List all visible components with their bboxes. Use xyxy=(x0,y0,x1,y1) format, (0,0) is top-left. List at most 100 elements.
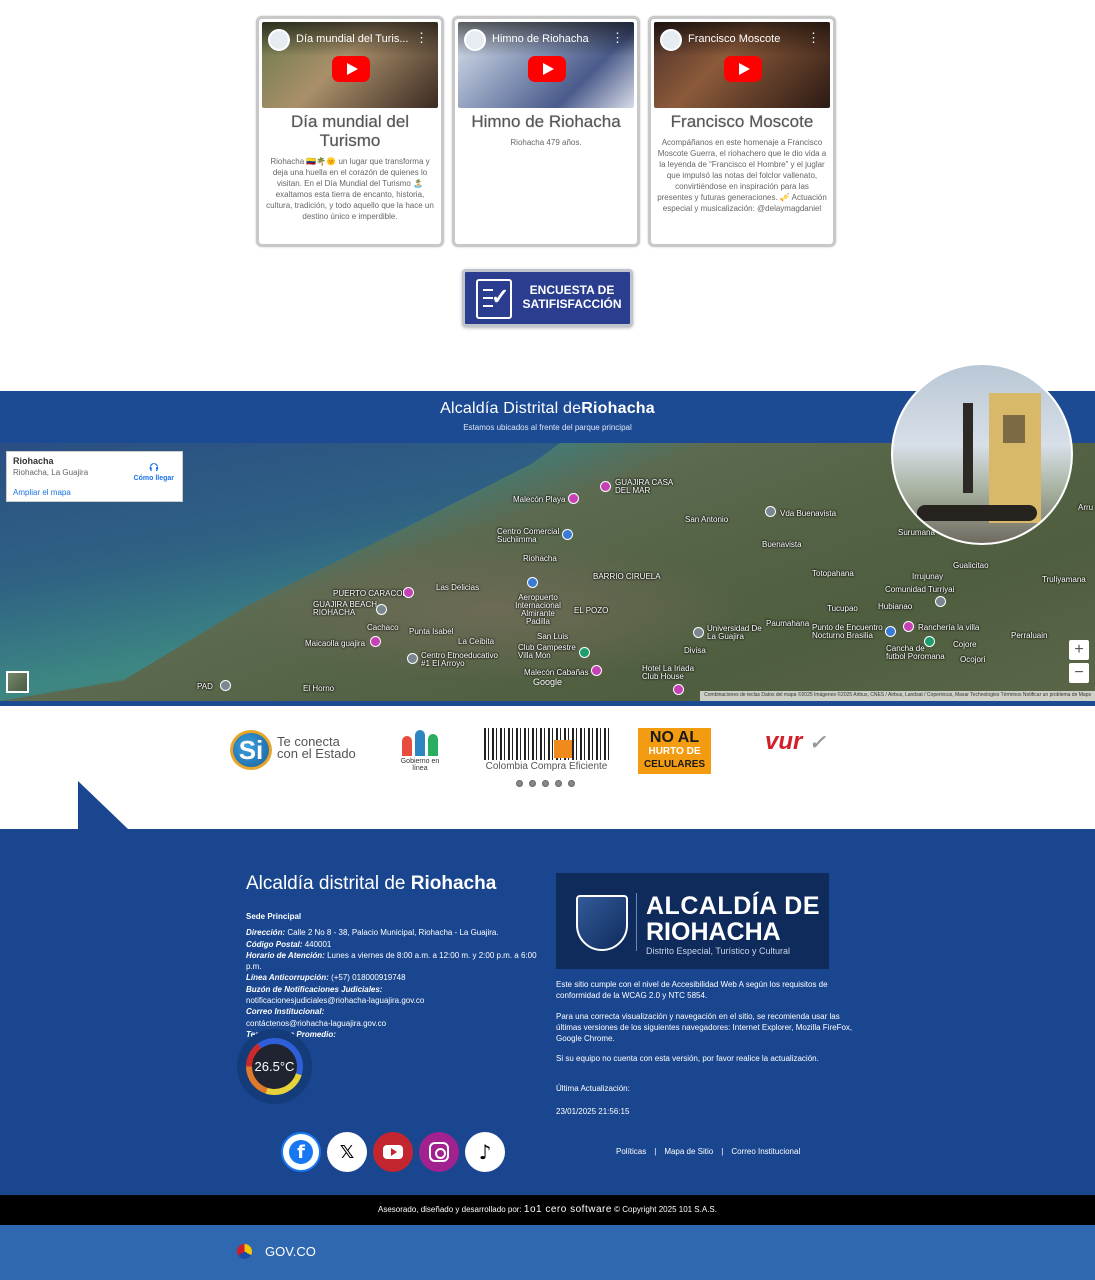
video-card[interactable]: Himno de Riohacha ⋮ Himno de Riohacha Ri… xyxy=(452,16,640,247)
zoom-out-button[interactable]: − xyxy=(1069,663,1089,683)
survey-button[interactable]: ✓ ENCUESTA DE SATIFISFACCIÓN xyxy=(462,269,633,327)
instagram-icon[interactable] xyxy=(419,1132,459,1172)
map-label: San Antonio xyxy=(685,515,729,524)
facebook-icon[interactable]: f xyxy=(281,1132,321,1172)
map-label: Centro Comercial Suchiimma xyxy=(497,527,560,544)
developer-logo[interactable]: 1o1 cero software xyxy=(524,1204,612,1215)
logo-line2: RIOHACHA xyxy=(646,918,781,946)
more-options-icon[interactable]: ⋮ xyxy=(807,31,820,44)
map-pin-icon[interactable] xyxy=(527,577,538,588)
map-title-prefix: Alcaldía Distrital de xyxy=(440,400,582,417)
map-label: Arru xyxy=(1078,503,1094,512)
contact-email-link[interactable]: contáctenos@riohacha-laguajira.gov.co xyxy=(246,1018,542,1029)
map-label: Vda Buenavista xyxy=(780,509,837,518)
play-button-icon[interactable] xyxy=(528,56,566,82)
map-label: La Ceibita xyxy=(458,637,495,646)
map-label: Cachaco xyxy=(367,623,399,632)
channel-avatar xyxy=(268,29,290,51)
map-label: Surumana xyxy=(898,528,935,537)
youtube-icon[interactable] xyxy=(373,1132,413,1172)
noal-line3: CELULARES xyxy=(643,759,706,770)
video-card[interactable]: Día mundial del Turis... ⋮ Día mundial d… xyxy=(256,16,444,247)
channel-avatar xyxy=(660,29,682,51)
map-pin-icon[interactable] xyxy=(935,596,946,607)
map-pin-icon[interactable] xyxy=(562,529,573,540)
map-label: San Luis xyxy=(537,632,569,641)
institutional-email-link[interactable]: Correo Institucional xyxy=(731,1147,800,1156)
si-logo-text: Te conecta con el Estado xyxy=(277,734,356,761)
map-pin-icon[interactable] xyxy=(765,506,776,517)
x-twitter-icon[interactable]: 𝕏 xyxy=(327,1132,367,1172)
map-label: Ranchería la villa xyxy=(918,623,980,632)
map-layer-toggle[interactable] xyxy=(6,671,29,693)
sitemap-link[interactable]: Mapa de Sitio xyxy=(664,1147,713,1156)
checkmark-icon: ✓ xyxy=(491,284,510,309)
map-label: Irrujunay xyxy=(912,572,944,581)
play-button-icon[interactable] xyxy=(332,56,370,82)
map-label: Divisa xyxy=(684,646,706,655)
logo-line1: ALCALDÍA DE xyxy=(646,892,821,920)
alcaldia-logo: ALCALDÍA DE RIOHACHA Distrito Especial, … xyxy=(556,873,829,969)
no-al-hurto-logo[interactable]: NO AL HURTO DE CELULARES xyxy=(638,728,711,774)
map-pin-icon[interactable] xyxy=(579,647,590,658)
map-label: EL POZO xyxy=(574,606,609,615)
map-pin-icon[interactable] xyxy=(600,481,611,492)
footer-title: Alcaldía distrital de Riohacha xyxy=(246,873,497,894)
survey-label-line2: SATIFISFACCIÓN xyxy=(522,297,622,311)
enlarge-map-link[interactable]: Ampliar el mapa xyxy=(13,488,176,497)
accessibility-notes: Este sitio cumple con el nivel de Accesi… xyxy=(556,980,853,1064)
video-thumbnail[interactable]: Himno de Riohacha ⋮ xyxy=(458,22,634,108)
map-label: Universidad De La Guajira xyxy=(707,624,762,641)
map-label: PUERTO CARACOL xyxy=(333,589,407,598)
postal-code: 440001 xyxy=(304,939,332,949)
map-pin-icon[interactable] xyxy=(403,587,414,598)
map-label: Perraluain xyxy=(1011,631,1048,640)
map-label: Tucupao xyxy=(827,604,858,613)
channel-avatar xyxy=(464,29,486,51)
map-label: Aeropuerto Internacional Almirante Padil… xyxy=(515,593,561,626)
map-pin-icon[interactable] xyxy=(885,626,896,637)
map-pin-icon[interactable] xyxy=(220,680,231,691)
video-title: Himno de Riohacha xyxy=(471,112,621,131)
video-description: Riohacha 479 años. xyxy=(510,138,582,147)
video-thumbnail[interactable]: Francisco Moscote ⋮ xyxy=(654,22,830,108)
video-thumb-title: Himno de Riohacha xyxy=(492,33,589,45)
si-virtual-logo[interactable]: Si Te conecta con el Estado xyxy=(230,728,360,772)
map-label: Comunidad Turriyai xyxy=(885,585,955,594)
survey-label-line1: ENCUESTA DE xyxy=(529,283,615,297)
map-pin-icon[interactable] xyxy=(591,665,602,676)
policies-link[interactable]: Políticas xyxy=(616,1147,646,1156)
tiktok-icon[interactable]: ♪ xyxy=(465,1132,505,1172)
map-pin-icon[interactable] xyxy=(693,627,704,638)
zoom-in-button[interactable]: + xyxy=(1069,640,1089,660)
map-pin-icon[interactable] xyxy=(370,636,381,647)
map-pin-icon[interactable] xyxy=(407,653,418,664)
map-label: Centro Etnoeducativo #1 El Arroyo xyxy=(421,651,498,668)
directions-link[interactable]: ⮉ Cómo llegar xyxy=(134,460,174,482)
map-attribution[interactable]: Combinaciones de teclas Datos del mapa ©… xyxy=(700,691,1095,701)
video-cards: Día mundial del Turis... ⋮ Día mundial d… xyxy=(256,16,836,247)
vur-logo[interactable]: vur ✓ xyxy=(765,728,837,772)
video-card[interactable]: Francisco Moscote ⋮ Francisco Moscote Ac… xyxy=(648,16,836,247)
more-options-icon[interactable]: ⋮ xyxy=(415,31,428,44)
colombia-compra-logo[interactable]: Colombia Compra Eficiente xyxy=(484,728,609,776)
map-pin-icon[interactable] xyxy=(903,621,914,632)
gov-co-bar: GOV.CO xyxy=(0,1225,1095,1280)
more-options-icon[interactable]: ⋮ xyxy=(611,31,624,44)
last-update-value: 23/01/2025 21:56:15 xyxy=(556,1107,630,1116)
play-button-icon[interactable] xyxy=(724,56,762,82)
map-label: Punta Isabel xyxy=(409,627,454,636)
map-label: Club Campestre Villa Mon xyxy=(518,643,576,660)
gobierno-en-linea-logo[interactable]: Gobierno en línea xyxy=(393,728,447,772)
map-pin-icon[interactable] xyxy=(568,493,579,504)
gov-co-link[interactable]: GOV.CO xyxy=(265,1244,316,1259)
video-thumbnail[interactable]: Día mundial del Turis... ⋮ xyxy=(262,22,438,108)
address: Calle 2 No 8 - 38, Palacio Municipal, Ri… xyxy=(287,928,499,938)
judicial-email-link[interactable]: notificacionesjudiciales@riohacha-laguaj… xyxy=(246,995,542,1006)
map-label: Malecón Playa xyxy=(513,495,566,504)
map-pin-icon[interactable] xyxy=(376,604,387,615)
map-pin-icon[interactable] xyxy=(673,684,684,695)
vur-text: vur xyxy=(765,728,803,755)
map-label: Cojore xyxy=(953,640,977,649)
col-logo-text: Colombia Compra Eficiente xyxy=(485,761,608,772)
